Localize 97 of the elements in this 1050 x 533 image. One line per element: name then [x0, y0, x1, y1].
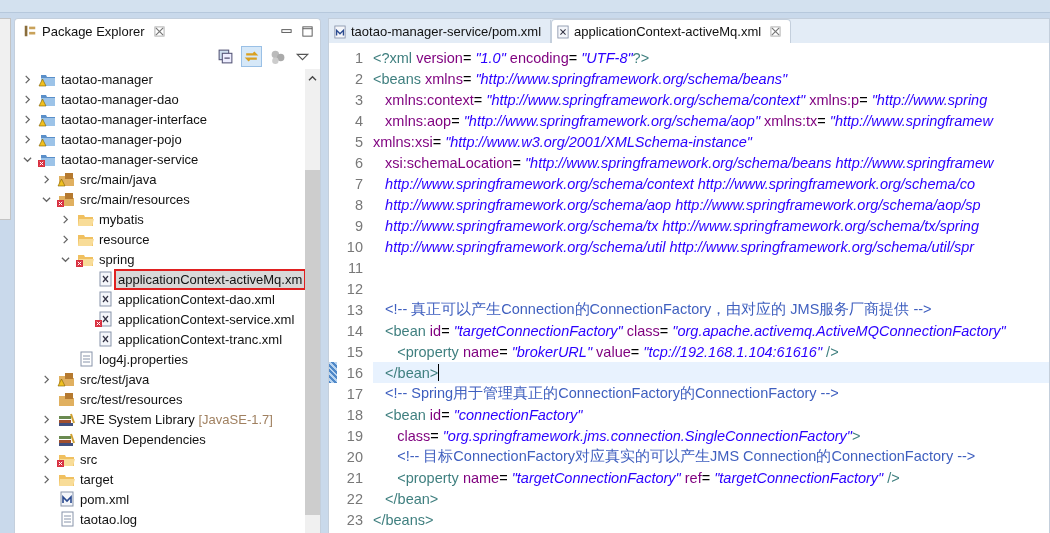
- tree-item[interactable]: src/test/resources: [78, 390, 185, 408]
- expand-icon[interactable]: [42, 414, 51, 424]
- tree-item[interactable]: src/main/resources: [78, 190, 192, 208]
- code-line: http://www.springframework.org/schema/context http://www.springframework.org/schema/co: [384, 175, 975, 192]
- code-line: </bean>: [384, 490, 439, 507]
- line-number: 3: [353, 91, 364, 108]
- code-line: <!-- Spring用于管理真正的ConnectionFactory的ConnectionFactory -->: [384, 384, 839, 403]
- line-number: 5: [353, 133, 364, 150]
- expand-icon[interactable]: [42, 374, 51, 384]
- tree-item[interactable]: applicationContext-service.xml: [116, 310, 297, 328]
- code-line: <property name= "brokerURL" value= "tcp://192.168.1.104:61616" />: [396, 343, 839, 360]
- code-line: <property name= "targetConnectionFactory" ref= "targetConnectionFactory" />: [396, 469, 900, 486]
- tree-item[interactable]: applicationContext-activeMq.xm: [116, 270, 305, 288]
- line-number: 4: [353, 112, 364, 129]
- collapse-icon[interactable]: [23, 154, 32, 164]
- line-number: 14: [345, 322, 364, 339]
- line-number: 19: [345, 427, 364, 444]
- code-line: xmlns:context= "http://www.springframework.org/schema/context" xmlns:p= "http://www.spring: [384, 91, 988, 108]
- text-cursor: [438, 364, 440, 381]
- expand-icon[interactable]: [23, 114, 32, 124]
- scrollbar-thumb[interactable]: [305, 170, 320, 515]
- code-line: http://www.springframework.org/schema/aop http://www.springframework.org/schema/aop/sp: [384, 196, 981, 213]
- line-number: 17: [345, 385, 364, 402]
- code-line: <bean id= "targetConnectionFactory" class= "org.apache.activemq.ActiveMQConnectionFactory": [384, 322, 1006, 339]
- line-number: 16: [345, 364, 364, 381]
- expand-icon[interactable]: [23, 74, 32, 84]
- line-number: 1: [353, 49, 364, 66]
- maximize-icon[interactable]: [301, 24, 314, 38]
- line-number: 7: [353, 175, 364, 192]
- code-line: xmlns:aop= "http://www.springframework.org/schema/aop" xmlns:tx= "http://www.springframew: [384, 112, 993, 129]
- code-line: </beans>: [373, 511, 434, 528]
- line-number: 15: [345, 343, 364, 360]
- scroll-up-icon[interactable]: [308, 75, 317, 82]
- code-line: class= "org.springframework.jms.connection.SingleConnectionFactory">: [396, 427, 861, 444]
- tree-item[interactable]: taotao-manager-service: [59, 150, 201, 168]
- code-line: <beans xmlns= "http://www.springframework.org/schema/beans": [373, 70, 788, 87]
- tree-item[interactable]: spring: [97, 250, 137, 268]
- line-number: 12: [345, 280, 364, 297]
- tree-item[interactable]: taotao-manager: [59, 70, 155, 88]
- code-line: http://www.springframework.org/schema/util http://www.springframework.org/schema/util/spr: [384, 238, 975, 255]
- line-number: 11: [346, 259, 364, 276]
- line-number: 23: [345, 511, 364, 528]
- tree-item[interactable]: taotao-manager-interface: [59, 110, 209, 128]
- line-number: 10: [345, 238, 364, 255]
- tree-item[interactable]: applicationContext-tranc.xml: [116, 330, 285, 348]
- editor-tab[interactable]: taotao-manager-service/pom.xml: [329, 20, 552, 43]
- close-icon[interactable]: [770, 26, 782, 37]
- line-number: 18: [345, 406, 364, 423]
- line-number: 9: [353, 217, 364, 234]
- maven-file-icon: [334, 24, 346, 39]
- expand-icon[interactable]: [42, 434, 51, 444]
- tree-item[interactable]: taotao.log: [78, 510, 140, 528]
- expand-icon[interactable]: [42, 454, 51, 464]
- tree-item[interactable]: Maven Dependencies: [78, 430, 208, 448]
- expand-icon[interactable]: [23, 134, 32, 144]
- tree-item[interactable]: mybatis: [97, 210, 146, 228]
- collapse-icon[interactable]: [61, 254, 70, 264]
- code-line: http://www.springframework.org/schema/tx http://www.springframework.org/schema/tx/spring: [384, 217, 979, 234]
- expand-icon[interactable]: [42, 474, 51, 484]
- code-line: xmlns:xsi= "http://www.w3.org/2001/XMLSchema-instance": [373, 133, 752, 150]
- code-line: </bean>: [384, 364, 439, 381]
- line-number: 21: [345, 469, 364, 486]
- tree-item[interactable]: target: [78, 470, 116, 488]
- line-number: 8: [353, 196, 364, 213]
- collapse-icon[interactable]: [42, 194, 51, 204]
- line-number: 20: [345, 448, 364, 465]
- collapse-all-icon[interactable]: [216, 46, 235, 66]
- tree-item[interactable]: resource: [97, 230, 152, 248]
- scrollbar[interactable]: [305, 69, 320, 533]
- view-tab[interactable]: Package Explorer: [15, 19, 173, 43]
- close-icon[interactable]: [153, 25, 165, 37]
- line-number: 6: [353, 154, 364, 171]
- xml-file-icon: [557, 24, 570, 39]
- tree-item[interactable]: log4j.properties: [97, 350, 190, 368]
- tree-item[interactable]: applicationContext-dao.xml: [116, 290, 277, 308]
- code-line: xsi:schemaLocation= "http://www.springframework.org/schema/beans http://www.springframew: [384, 154, 994, 171]
- package-icon: [23, 24, 37, 38]
- expand-icon[interactable]: [42, 174, 51, 184]
- line-number: 22: [345, 490, 364, 507]
- expand-icon[interactable]: [61, 214, 70, 224]
- line-number: 2: [353, 70, 364, 87]
- tree-item[interactable]: src: [78, 450, 100, 468]
- tree-item[interactable]: taotao-manager-dao: [59, 90, 181, 108]
- expand-icon[interactable]: [23, 94, 32, 104]
- expand-icon[interactable]: [61, 234, 70, 244]
- editor-tab[interactable]: applicationContext-activeMq.xml: [551, 19, 792, 43]
- tree-item[interactable]: JRE System Library [JavaSE-1.7]: [78, 410, 275, 428]
- tree-item[interactable]: src/main/java: [78, 170, 159, 188]
- code-line: <?xml version= "1.0" encoding= "UTF-8"?>: [373, 49, 650, 66]
- tree-item[interactable]: src/test/java: [78, 370, 152, 388]
- tree-item[interactable]: pom.xml: [78, 490, 132, 508]
- tree-item[interactable]: taotao-manager-pojo: [59, 130, 184, 148]
- code-line: <bean id= "connectionFactory": [384, 406, 583, 423]
- code-line: <!-- 真正可以产生Connection的ConnectionFactory，由对应的 JMS服务厂商提供 -->: [384, 300, 932, 319]
- code-line: <!-- 目标ConnectionFactory对应真实的可以产生JMS Connection的ConnectionFactory -->: [396, 447, 976, 466]
- change-marker: [329, 362, 337, 383]
- line-number: 13: [345, 301, 364, 318]
